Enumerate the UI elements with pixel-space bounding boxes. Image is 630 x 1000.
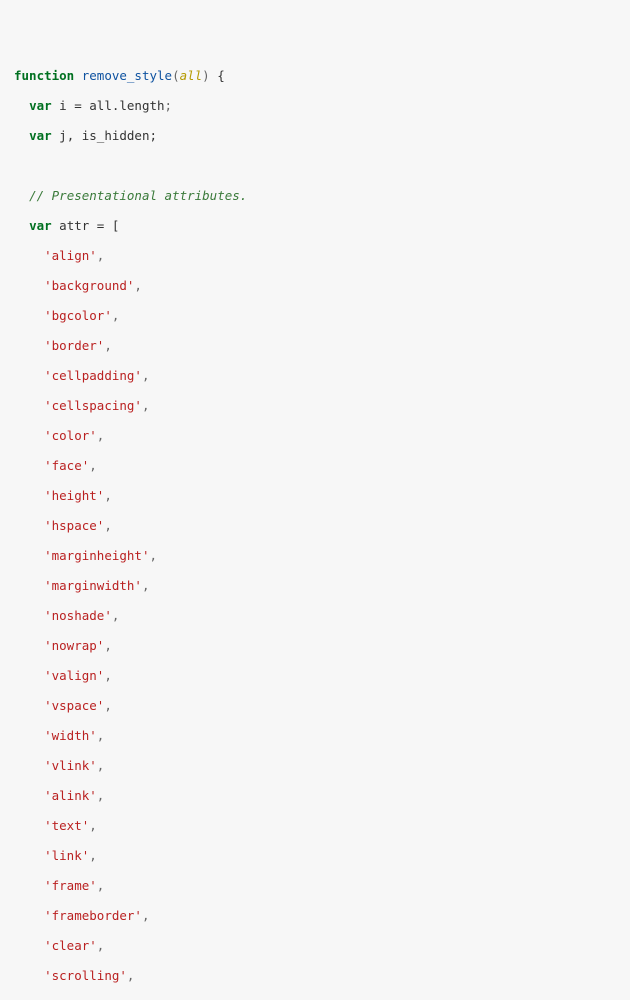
code-line: 'vspace', [14,698,616,713]
string-literal: 'hspace' [44,518,104,533]
code-line: function remove_style(all) { [14,68,616,83]
string-literal: 'scrolling' [44,968,127,983]
string-literal: 'cellspacing' [44,398,142,413]
comma: , [149,548,157,563]
code-text: i = all. [52,98,120,113]
string-literal: 'bgcolor' [44,308,112,323]
comma: , [134,278,142,293]
string-literal: 'vspace' [44,698,104,713]
paren-open: ( [172,68,180,83]
code-line: 'noshade', [14,608,616,623]
code-line: var i = all.length; [14,98,616,113]
code-line: 'marginheight', [14,548,616,563]
string-literal: 'border' [44,338,104,353]
string-literal: 'frame' [44,878,97,893]
string-literal: 'marginheight' [44,548,149,563]
code-line: 'color', [14,428,616,443]
string-literal: 'align' [44,248,97,263]
code-line: 'valign', [14,668,616,683]
comma: , [127,968,135,983]
string-literal: 'nowrap' [44,638,104,653]
code-line: var j, is_hidden; [14,128,616,143]
code-line: 'align', [14,248,616,263]
string-literal: 'link' [44,848,89,863]
comma: , [104,518,112,533]
string-literal: 'face' [44,458,89,473]
comma: , [112,308,120,323]
function-name: remove_style [82,68,172,83]
code-line: 'frameborder', [14,908,616,923]
code-line: 'clear', [14,938,616,953]
comma: , [89,458,97,473]
code-line: 'hspace', [14,518,616,533]
code-line: 'link', [14,848,616,863]
prop-length: length [119,98,164,113]
comma: , [89,848,97,863]
string-literal: 'vlink' [44,758,97,773]
string-literal: 'frameborder' [44,908,142,923]
comma: , [97,248,105,263]
string-literal: 'style' [44,998,97,1000]
code-line: 'style' [14,998,616,1000]
keyword-var: var [29,218,52,233]
string-literal: 'color' [44,428,97,443]
string-literal: 'height' [44,488,104,503]
comma: , [142,578,150,593]
comma: , [142,398,150,413]
keyword-var: var [29,98,52,113]
comma: , [104,698,112,713]
keyword-function: function [14,68,74,83]
code-line: 'vlink', [14,758,616,773]
code-line: 'width', [14,728,616,743]
code-line: 'nowrap', [14,638,616,653]
comma: , [97,938,105,953]
comma: , [142,908,150,923]
code-line: 'border', [14,338,616,353]
comma: , [97,788,105,803]
code-text: j, is_hidden; [52,128,157,143]
code-line: 'background', [14,278,616,293]
code-line: 'marginwidth', [14,578,616,593]
comma: , [112,608,120,623]
code-line: 'scrolling', [14,968,616,983]
keyword-var: var [29,128,52,143]
comma: , [104,668,112,683]
string-literal: 'text' [44,818,89,833]
code-text: attr = [ [52,218,120,233]
comma: , [104,488,112,503]
code-line-blank [14,158,616,173]
code-line: 'frame', [14,878,616,893]
comma: , [142,368,150,383]
comma: , [97,428,105,443]
param-all: all [180,68,203,83]
comma: , [97,728,105,743]
code-line: 'text', [14,818,616,833]
comma: , [97,878,105,893]
string-literal: 'marginwidth' [44,578,142,593]
brace-open: { [210,68,225,83]
code-line: // Presentational attributes. [14,188,616,203]
semicolon: ; [165,98,173,113]
comma: , [89,818,97,833]
code-line: var attr = [ [14,218,616,233]
comma: , [104,638,112,653]
code-line: 'height', [14,488,616,503]
code-line: 'cellspacing', [14,398,616,413]
code-line: 'bgcolor', [14,308,616,323]
code-line: 'face', [14,458,616,473]
string-literal: 'valign' [44,668,104,683]
comma: , [104,338,112,353]
code-line: 'cellpadding', [14,368,616,383]
string-literal: 'clear' [44,938,97,953]
string-literal: 'alink' [44,788,97,803]
string-literal: 'background' [44,278,134,293]
comment: // Presentational attributes. [29,188,247,203]
string-literal: 'cellpadding' [44,368,142,383]
comma: , [97,758,105,773]
paren-close: ) [202,68,210,83]
string-literal: 'width' [44,728,97,743]
string-literal: 'noshade' [44,608,112,623]
code-line: 'alink', [14,788,616,803]
